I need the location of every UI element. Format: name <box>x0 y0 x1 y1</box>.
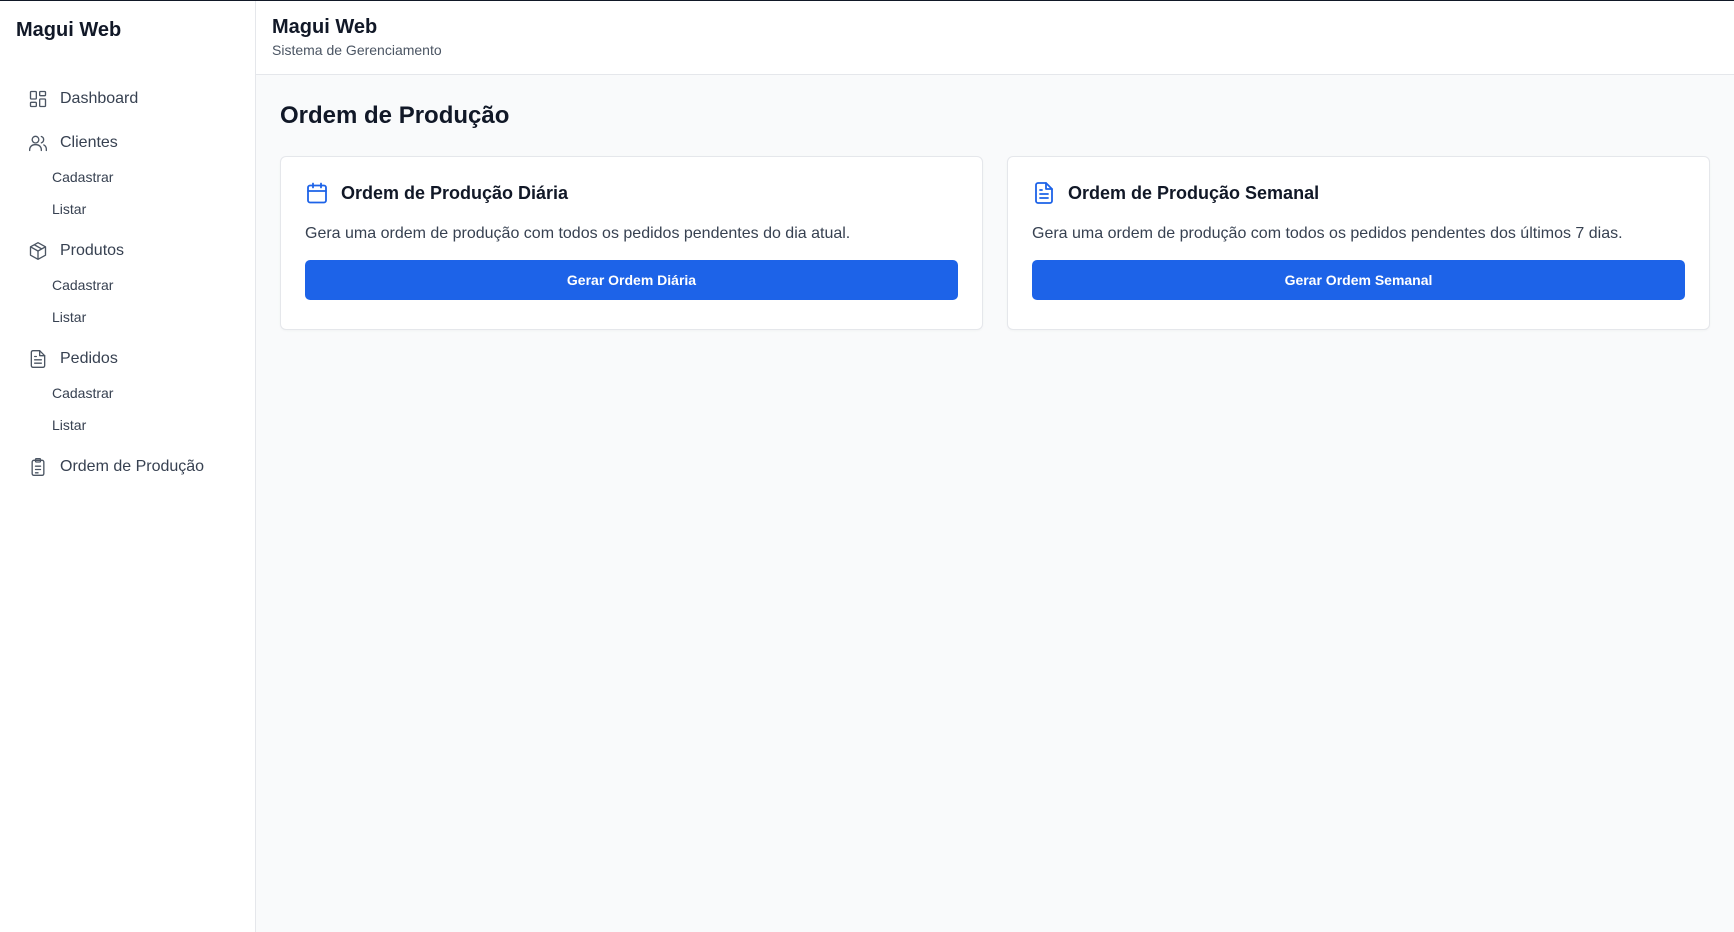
sidebar-subitem-produtos-cadastrar[interactable]: Cadastrar <box>0 269 255 301</box>
card-title: Ordem de Produção Diária <box>341 182 569 203</box>
sidebar-item-label: Produtos <box>60 242 125 259</box>
sidebar-subitem-pedidos-cadastrar[interactable]: Cadastrar <box>0 377 255 409</box>
document-icon <box>1032 181 1056 205</box>
card-description: Gera uma ordem de produção com todos os … <box>305 225 851 242</box>
card-header: Ordem de Produção Diária <box>305 181 958 205</box>
produtos-submenu: Cadastrar Listar <box>0 269 255 333</box>
generate-daily-order-button[interactable]: Gerar Ordem Diária <box>305 260 958 300</box>
users-icon <box>28 133 48 153</box>
sidebar-item-label: Ordem de Produção <box>60 458 205 475</box>
sidebar-nav: Dashboard Clientes Cadastrar Listar Prod… <box>0 81 255 485</box>
page-title: Ordem de Produção <box>280 102 510 129</box>
header-title: Magui Web <box>272 16 378 38</box>
pedidos-submenu: Cadastrar Listar <box>0 377 255 441</box>
app-root: Magui Web Dashboard Clientes Cadastrar L… <box>0 0 1734 932</box>
dashboard-icon <box>28 89 48 109</box>
sidebar-brand: Magui Web <box>16 19 122 41</box>
generate-weekly-order-button[interactable]: Gerar Ordem Semanal <box>1032 260 1685 300</box>
card-weekly-order: Ordem de Produção Semanal Gera uma ordem… <box>1007 156 1710 330</box>
card-header: Ordem de Produção Semanal <box>1032 181 1685 205</box>
sidebar-item-label: Dashboard <box>60 90 139 107</box>
sidebar-item-pedidos[interactable]: Pedidos <box>0 341 255 377</box>
content: Ordem de Produção Ordem de Produção Diár… <box>256 75 1734 330</box>
sidebar-subitem-clientes-listar[interactable]: Listar <box>0 193 255 225</box>
topbar: Magui Web Sistema de Gerenciamento <box>256 1 1734 75</box>
calendar-icon <box>305 181 329 205</box>
box-icon <box>28 241 48 261</box>
sidebar: Magui Web Dashboard Clientes Cadastrar L… <box>0 1 256 932</box>
sidebar-subitem-clientes-cadastrar[interactable]: Cadastrar <box>0 161 255 193</box>
card-daily-order: Ordem de Produção Diária Gera uma ordem … <box>280 156 983 330</box>
clipboard-icon <box>28 457 48 477</box>
clientes-submenu: Cadastrar Listar <box>0 161 255 225</box>
file-text-icon <box>28 349 48 369</box>
sidebar-subitem-pedidos-listar[interactable]: Listar <box>0 409 255 441</box>
sidebar-item-label: Pedidos <box>60 350 118 367</box>
card-title: Ordem de Produção Semanal <box>1068 182 1320 203</box>
sidebar-item-ordem-producao[interactable]: Ordem de Produção <box>0 449 255 485</box>
sidebar-item-label: Clientes <box>60 134 118 151</box>
main-area: Magui Web Sistema de Gerenciamento Ordem… <box>256 1 1734 932</box>
sidebar-item-dashboard[interactable]: Dashboard <box>0 81 255 117</box>
sidebar-item-clientes[interactable]: Clientes <box>0 125 255 161</box>
card-description: Gera uma ordem de produção com todos os … <box>1032 225 1623 242</box>
cards-grid: Ordem de Produção Diária Gera uma ordem … <box>280 156 1710 330</box>
header-subtitle: Sistema de Gerenciamento <box>272 42 442 58</box>
sidebar-item-produtos[interactable]: Produtos <box>0 233 255 269</box>
sidebar-subitem-produtos-listar[interactable]: Listar <box>0 301 255 333</box>
